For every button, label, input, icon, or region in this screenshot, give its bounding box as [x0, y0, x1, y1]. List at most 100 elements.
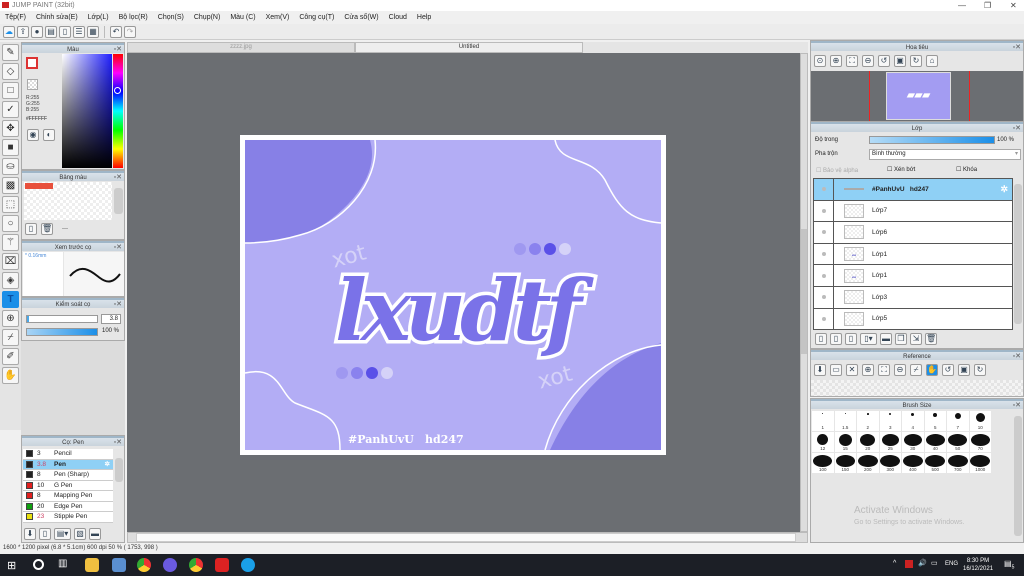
duplicate-icon[interactable]: ❐	[895, 333, 907, 345]
bucket-tool-icon[interactable]: ⛀	[2, 158, 19, 175]
clock[interactable]: 8:30 PM 16/12/2021	[963, 557, 993, 573]
brush-item-stipple-pen[interactable]: 23 Stipple Pen	[23, 512, 113, 523]
navigator-preview[interactable]: ▰▰▰	[811, 71, 1023, 121]
open-folder-icon[interactable]: ▭	[830, 364, 842, 376]
layer-item[interactable]: Lớp5	[814, 308, 1012, 329]
brush-size-option[interactable]: 25	[879, 432, 901, 452]
rotate-left-icon[interactable]: ↺	[878, 55, 890, 67]
chrome-icon[interactable]	[137, 558, 151, 572]
close-button[interactable]: ✕	[1010, 0, 1017, 11]
brush-item-pen-selected[interactable]: 3.8 Pen ✲	[23, 459, 113, 470]
language-indicator[interactable]: ENG	[945, 561, 958, 567]
layer-item[interactable]: ▰▰ Lớp1	[814, 243, 1012, 266]
menu-view[interactable]: Xem(V)	[261, 11, 295, 24]
copy-brush-icon[interactable]: ▤▾	[54, 528, 71, 540]
brush-size-option[interactable]: 1.5	[834, 411, 856, 431]
canvas-area[interactable]: xot xot lxudtf #PanhUvU hd247	[127, 53, 808, 532]
hand-icon[interactable]: ✋	[926, 364, 938, 376]
visibility-icon[interactable]	[814, 243, 834, 265]
brush-size-option[interactable]: 150	[834, 453, 856, 473]
visibility-icon[interactable]	[814, 308, 834, 329]
folder-icon[interactable]: ▬	[89, 528, 101, 540]
brush-size-option[interactable]: 4	[902, 411, 924, 431]
page-icon[interactable]: ▯	[59, 26, 71, 38]
pen-tool-icon[interactable]: ✐	[2, 348, 19, 365]
artwork-canvas[interactable]: xot xot lxudtf #PanhUvU hd247	[240, 135, 666, 455]
brush-size-option[interactable]: 300	[879, 453, 901, 473]
merge-icon[interactable]: ⇲	[910, 333, 922, 345]
scrollbar[interactable]	[1014, 416, 1022, 536]
brush-size-option[interactable]: 700	[947, 453, 969, 473]
list-icon[interactable]: ☰	[73, 26, 85, 38]
zoom-out-icon[interactable]: ⊖	[862, 55, 874, 67]
download-icon[interactable]: ⬇	[24, 528, 36, 540]
brush-size-option[interactable]: 2	[857, 411, 879, 431]
palette-swatch[interactable]	[25, 183, 53, 189]
zoom-actual-icon[interactable]: ⊙	[814, 55, 826, 67]
file-explorer-icon[interactable]	[85, 558, 99, 572]
menu-help[interactable]: Help	[412, 11, 436, 24]
layer-item-selected[interactable]: #PanhUvU hd247 ✲	[814, 179, 1012, 201]
scrollbar[interactable]	[114, 188, 123, 214]
brush-item-pen-sharp[interactable]: 8 Pen (Sharp)	[23, 470, 113, 481]
rectangle-tool-icon[interactable]: □	[2, 82, 19, 99]
foreground-color-swatch[interactable]	[26, 57, 38, 69]
menu-color[interactable]: Màu (C)	[225, 11, 260, 24]
gear-icon[interactable]: ✲	[105, 460, 110, 468]
close-icon[interactable]: ▫✕	[1013, 43, 1021, 53]
visibility-icon[interactable]	[814, 179, 834, 200]
trash-icon[interactable]: 🗑	[41, 223, 53, 235]
close-icon[interactable]: ▫✕	[114, 438, 122, 448]
rotate-left-icon[interactable]: ↺	[942, 364, 954, 376]
calculator-icon[interactable]	[112, 558, 126, 572]
eyedropper-icon[interactable]: ⌿	[2, 329, 19, 346]
brush-size-option[interactable]: 7	[947, 411, 969, 431]
volume-icon[interactable]: 🔊	[918, 559, 927, 567]
reset-icon[interactable]: ⌂	[926, 55, 938, 67]
brush-size-option[interactable]: 40	[924, 432, 946, 452]
brush-size-option[interactable]: 1000	[969, 453, 991, 473]
layer-item[interactable]: Lớp7	[814, 200, 1012, 223]
visibility-icon[interactable]	[814, 200, 834, 222]
brush-size-option[interactable]: 200	[857, 453, 879, 473]
brush-size-option[interactable]: 50	[947, 432, 969, 452]
select-tool-icon[interactable]: ⬚	[2, 196, 19, 213]
blend-mode-select[interactable]: Bình thường ▾	[869, 149, 1021, 160]
brush-size-option[interactable]: 1	[812, 411, 834, 431]
brush-size-option[interactable]: 12	[812, 432, 834, 452]
gradient-tool-icon[interactable]: ▩	[2, 177, 19, 194]
rotate-right-icon[interactable]: ↻	[974, 364, 986, 376]
scrollbar[interactable]	[1014, 184, 1022, 324]
menu-select[interactable]: Chọn(S)	[153, 11, 189, 24]
jump-paint-icon[interactable]	[215, 558, 229, 572]
close-icon[interactable]: ▫✕	[114, 173, 122, 183]
menu-edit[interactable]: Chỉnh sửa(E)	[31, 11, 83, 24]
menu-layer[interactable]: Lớp(L)	[83, 11, 114, 24]
maximize-button[interactable]: ❐	[984, 0, 991, 11]
network-icon[interactable]: ▭	[931, 559, 938, 567]
layer-opacity-slider[interactable]	[869, 136, 995, 144]
zoom-in-icon[interactable]: ⊕	[830, 55, 842, 67]
undo-icon[interactable]: ↶	[110, 26, 122, 38]
menu-capture[interactable]: Chụp(N)	[189, 11, 225, 24]
cloud-icon[interactable]: ☁	[3, 26, 15, 38]
grid-icon[interactable]: ▦	[87, 26, 99, 38]
brush-size-value[interactable]: 3.8	[101, 314, 121, 324]
layer-item[interactable]: ▰▰ Lớp1	[814, 265, 1012, 287]
brush-size-option[interactable]: 30	[902, 432, 924, 452]
chrome-profile-icon[interactable]	[189, 558, 203, 572]
brush-size-option[interactable]: 20	[857, 432, 879, 452]
brush-item-pencil[interactable]: 3 Pencil	[23, 449, 113, 460]
close-icon[interactable]: ▫✕	[114, 300, 122, 310]
palette-swatches[interactable]	[24, 182, 112, 220]
magic-wand-icon[interactable]: ⚚	[2, 234, 19, 251]
task-view-icon[interactable]: ▥	[58, 558, 67, 569]
menu-file[interactable]: Tệp(F)	[0, 11, 31, 24]
brush-size-option[interactable]: 5	[924, 411, 946, 431]
hue-handle[interactable]	[114, 87, 121, 94]
zoom-out-icon[interactable]: ⊖	[894, 364, 906, 376]
brush-size-option[interactable]: 70	[969, 432, 991, 452]
fill-rect-tool-icon[interactable]: ■	[2, 139, 19, 156]
vertical-scrollbar[interactable]	[800, 53, 808, 532]
menu-tools[interactable]: Công cụ(T)	[294, 11, 339, 24]
